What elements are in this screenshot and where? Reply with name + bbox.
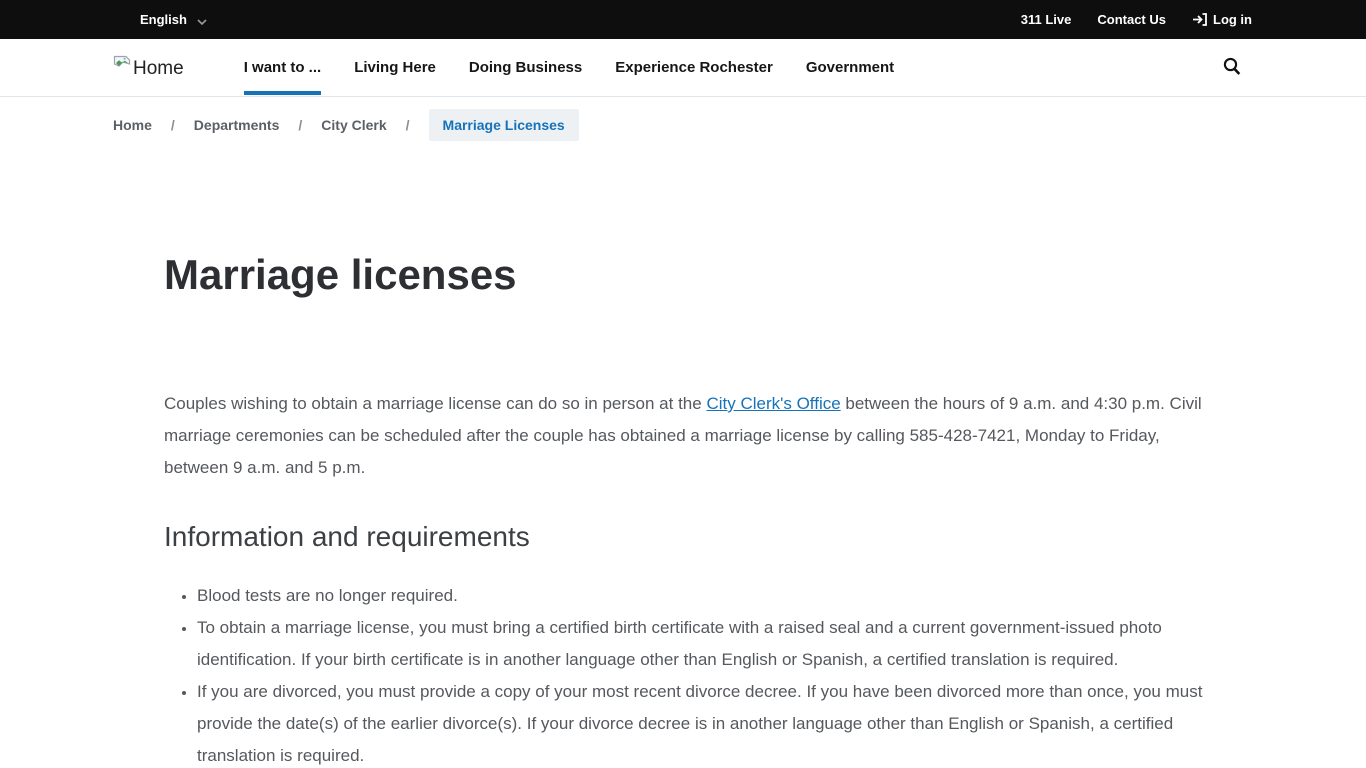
breadcrumb-city-clerk[interactable]: City Clerk (321, 109, 386, 141)
breadcrumb-separator: / (171, 117, 175, 133)
breadcrumb-separator: / (298, 117, 302, 133)
language-selector[interactable]: English (140, 12, 207, 27)
list-item: To obtain a marriage license, you must b… (197, 612, 1205, 676)
page-title: Marriage licenses (164, 251, 1205, 299)
nav-experience-rochester[interactable]: Experience Rochester (615, 40, 773, 95)
login-link[interactable]: Log in (1192, 12, 1252, 27)
broken-image-icon (113, 55, 131, 72)
home-logo[interactable]: Home (113, 55, 184, 80)
primary-nav: I want to ... Living Here Doing Business… (244, 40, 1218, 95)
breadcrumb-separator: / (406, 117, 410, 133)
breadcrumb: Home / Departments / City Clerk / Marria… (0, 97, 1366, 153)
nav-doing-business[interactable]: Doing Business (469, 40, 582, 95)
search-button[interactable] (1218, 52, 1246, 84)
list-item: Blood tests are no longer required. (197, 580, 1205, 612)
intro-paragraph: Couples wishing to obtain a marriage lic… (164, 388, 1204, 484)
login-icon (1192, 13, 1207, 26)
intro-text-before: Couples wishing to obtain a marriage lic… (164, 394, 706, 413)
city-clerks-office-link[interactable]: City Clerk's Office (706, 394, 840, 413)
breadcrumb-home[interactable]: Home (113, 109, 152, 141)
search-icon (1222, 65, 1242, 80)
section-heading: Information and requirements (164, 521, 1205, 553)
requirements-list: Blood tests are no longer required. To o… (164, 580, 1205, 768)
language-label: English (140, 12, 187, 27)
link-311-live[interactable]: 311 Live (1021, 12, 1072, 27)
topbar-links: 311 Live Contact Us Log in (1021, 12, 1252, 27)
logo-alt-text: Home (133, 58, 184, 80)
nav-living-here[interactable]: Living Here (354, 40, 436, 95)
main-content: Marriage licenses Couples wishing to obt… (0, 153, 1205, 768)
chevron-down-icon (197, 15, 207, 25)
breadcrumb-departments[interactable]: Departments (194, 109, 280, 141)
nav-government[interactable]: Government (806, 40, 894, 95)
breadcrumb-marriage-licenses[interactable]: Marriage Licenses (429, 109, 579, 141)
list-item: If you are divorced, you must provide a … (197, 676, 1205, 768)
top-utility-bar: English 311 Live Contact Us Log in (0, 0, 1366, 39)
site-header: Home I want to ... Living Here Doing Bus… (0, 39, 1366, 97)
nav-i-want-to[interactable]: I want to ... (244, 40, 322, 95)
link-contact-us[interactable]: Contact Us (1097, 12, 1166, 27)
